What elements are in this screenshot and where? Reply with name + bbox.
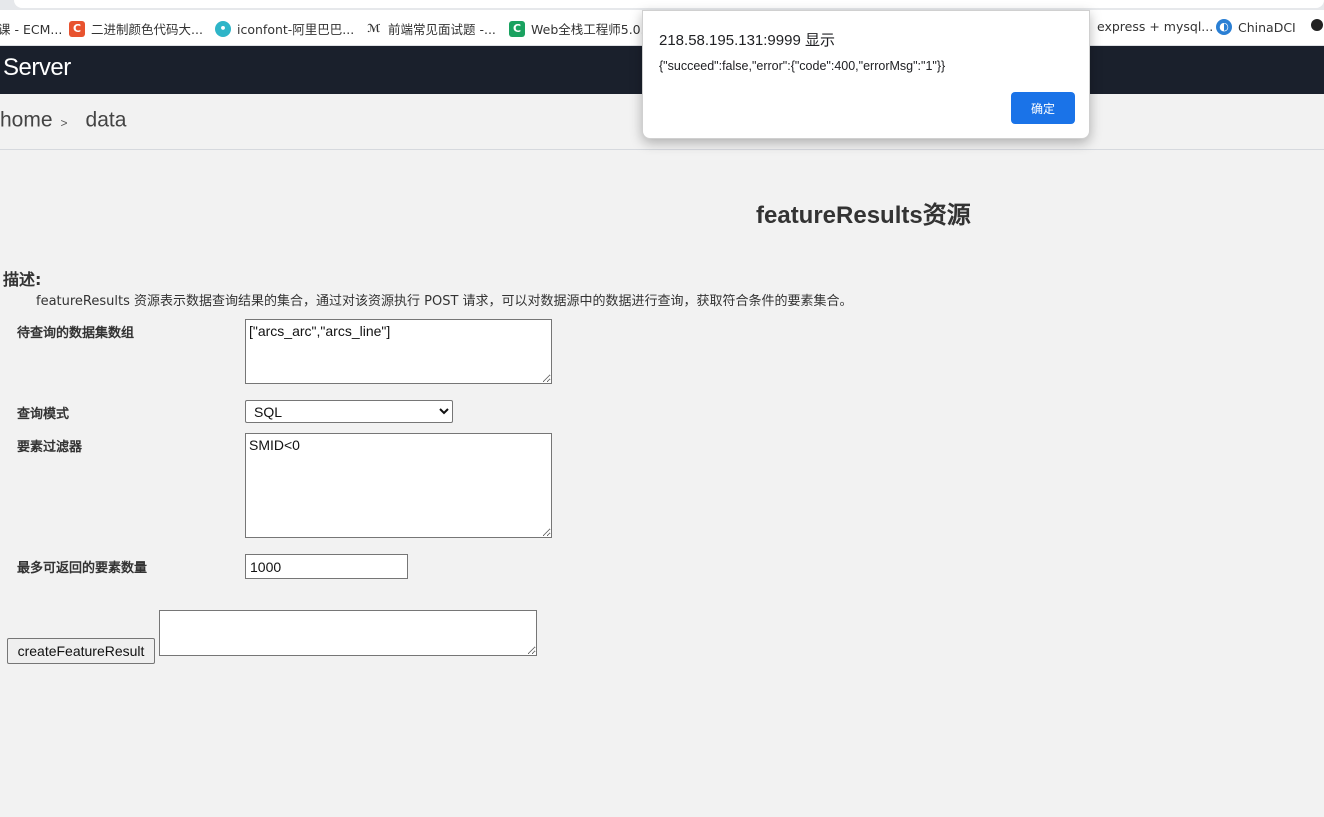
description-text: featureResults 资源表示数据查询结果的集合，通过对该资源执行 PO… <box>36 294 853 309</box>
logo-text: Server <box>3 54 71 81</box>
query-mode-label: 查询模式 <box>17 407 70 422</box>
create-feature-result-button[interactable]: createFeatureResult <box>7 638 155 664</box>
bookmark-express-mysql[interactable]: express + mysql... <box>1097 19 1213 34</box>
description-label: 描述: <box>3 270 42 289</box>
breadcrumb: home > data <box>0 108 126 140</box>
breadcrumb-current[interactable]: data <box>86 108 127 131</box>
bookmark-web-fullstack[interactable]: C Web全栈工程师5.0... <box>509 19 653 38</box>
datasets-label: 待查询的数据集数组 <box>17 326 135 341</box>
cat-logo-icon: ℳ <box>367 21 381 35</box>
bookmark-more[interactable] <box>1311 19 1323 31</box>
server-logo[interactable]: Server <box>3 54 71 82</box>
breadcrumb-divider <box>0 149 1324 150</box>
bookmark-label: Web全栈工程师5.0... <box>531 22 653 37</box>
bookmark-label: express + mysql... <box>1097 19 1214 34</box>
page-title: featureResults资源 <box>756 202 971 229</box>
breadcrumb-home[interactable]: home <box>0 108 53 131</box>
breadcrumb-separator: > <box>60 116 68 131</box>
alert-dialog: 218.58.195.131:9999 显示 {"succeed":false,… <box>642 10 1090 139</box>
bookmark-ecm[interactable]: 课 - ECM... <box>0 19 62 38</box>
dark-circle-icon <box>1311 19 1323 31</box>
datasets-textarea[interactable]: ["arcs_arc","arcs_line"] <box>245 319 552 384</box>
query-mode-select[interactable]: SQL <box>245 400 453 423</box>
bookmark-iconfont[interactable]: • iconfont-阿里巴巴... <box>215 19 354 38</box>
filter-label: 要素过滤器 <box>17 440 83 455</box>
c-logo-icon: C <box>509 20 525 37</box>
result-textarea[interactable] <box>159 610 537 656</box>
bookmark-chinadci[interactable]: ◐ ChinaDCI <box>1216 19 1296 35</box>
address-bar[interactable] <box>14 0 1324 8</box>
dialog-message: {"succeed":false,"error":{"code":400,"er… <box>659 59 946 73</box>
max-features-input[interactable] <box>245 554 408 579</box>
bookmark-label: ChinaDCI <box>1238 19 1296 35</box>
bookmark-label: 课 - ECM... <box>0 22 63 37</box>
dialog-origin: 218.58.195.131:9999 显示 <box>659 32 835 49</box>
filter-textarea[interactable]: SMID<0 <box>245 433 552 538</box>
iconfont-logo-icon: • <box>215 20 231 37</box>
max-features-label: 最多可返回的要素数量 <box>17 561 148 576</box>
bookmark-interview[interactable]: ℳ 前端常见面试题 -... <box>366 19 496 38</box>
c-logo-icon: C <box>69 20 85 37</box>
bookmark-color-codes[interactable]: C 二进制颜色代码大... <box>69 19 203 38</box>
bookmark-label: 二进制颜色代码大... <box>91 22 203 37</box>
globe-icon: ◐ <box>1216 19 1232 35</box>
browser-address-strip <box>0 0 1324 10</box>
bookmark-label: iconfont-阿里巴巴... <box>237 22 355 37</box>
dialog-ok-button[interactable]: 确定 <box>1011 92 1075 124</box>
bookmark-label: 前端常见面试题 -... <box>388 22 496 37</box>
